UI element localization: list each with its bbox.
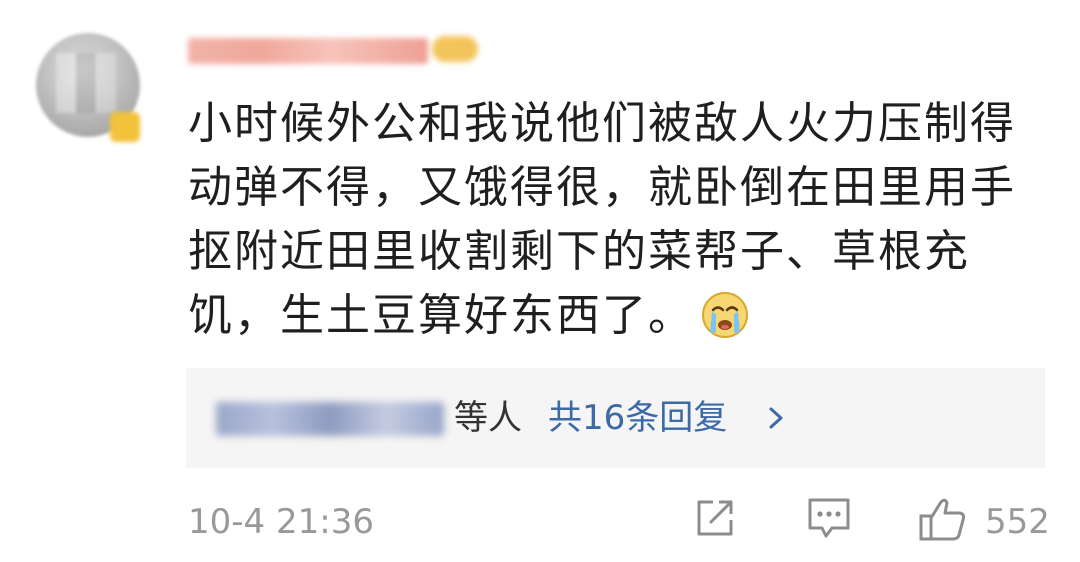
- reply-summary-box[interactable]: 等人 共16条回复: [186, 368, 1045, 468]
- reply-suffix: 等人: [454, 398, 522, 438]
- reply-usernames-blurred[interactable]: [216, 402, 444, 436]
- thumbs-up-icon[interactable]: [918, 496, 968, 542]
- reply-count-link[interactable]: 共16条回复: [548, 396, 727, 440]
- comment-text: 小时候外公和我说他们被敌人火力压制得动弹不得，又饿得很，就卧倒在田里用手抠附近田…: [188, 92, 1048, 348]
- crying-emoji-icon: [702, 292, 748, 338]
- comment-icon[interactable]: [806, 496, 852, 540]
- timestamp: 10-4 21:36: [188, 502, 374, 542]
- username-blurred[interactable]: [188, 38, 428, 64]
- comment-body: 小时候外公和我说他们被敌人火力压制得动弹不得，又饿得很，就卧倒在田里用手抠附近田…: [188, 98, 1016, 341]
- like-count: 552: [985, 502, 1050, 542]
- share-icon[interactable]: [693, 496, 737, 540]
- user-level-badge: [432, 36, 478, 62]
- chevron-right-icon[interactable]: [762, 404, 790, 432]
- vip-badge: [110, 112, 140, 142]
